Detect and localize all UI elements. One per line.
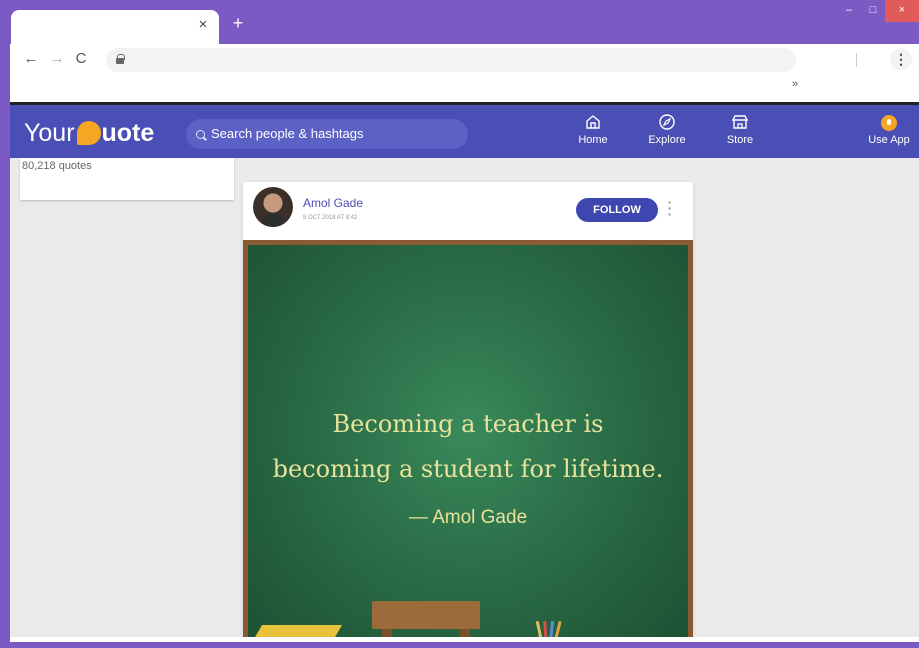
post-card: Amol Gade 8 OCT 2018 AT 8:42 FOLLOW · · · …: [243, 182, 693, 642]
yourquote-logo[interactable]: Your uote: [24, 119, 154, 147]
browser-menu-button[interactable]: ⋮: [890, 48, 912, 70]
reload-button[interactable]: C: [72, 50, 90, 68]
window-bottom-border: [0, 642, 919, 648]
chalkboard: Becoming a teacher is becoming a student…: [248, 245, 688, 642]
nav-use-app-label: Use App: [868, 134, 910, 146]
browser-titlebar: × + – □ ×: [0, 0, 919, 44]
toolbar-divider: [856, 53, 857, 67]
search-placeholder: Search people & hashtags: [211, 126, 364, 141]
minimize-button[interactable]: –: [837, 0, 861, 22]
tab-close-icon[interactable]: ×: [195, 17, 211, 33]
compass-icon: [659, 114, 675, 130]
logo-q-icon: [76, 121, 101, 145]
browser-toolbar: ← → C ⋮ »: [10, 44, 919, 102]
quote-count: 80,218 quotes: [22, 160, 92, 172]
store-icon: [731, 115, 749, 129]
logo-your-text: Your: [24, 118, 75, 147]
author-name[interactable]: Amol Gade: [303, 196, 363, 210]
post-date: 8 OCT 2018 AT 8:42: [303, 215, 358, 221]
address-bar[interactable]: [106, 48, 796, 72]
window-controls: – □ ×: [837, 0, 919, 22]
nav-store[interactable]: Store: [715, 113, 765, 153]
nav-home[interactable]: Home: [568, 113, 618, 153]
home-icon: [586, 115, 600, 129]
nav-home-label: Home: [578, 134, 608, 146]
avatar[interactable]: [253, 187, 293, 227]
maximize-button[interactable]: □: [861, 0, 885, 22]
lock-icon: [116, 54, 125, 64]
nav-store-label: Store: [726, 134, 754, 146]
page-viewport: Your uote Search people & hashtags Home …: [10, 102, 919, 642]
browser-tab[interactable]: ×: [11, 10, 219, 44]
profile-card: 80,218 quotes: [20, 158, 234, 200]
more-options-icon[interactable]: · · ·: [666, 195, 674, 221]
desk-illustration: [372, 601, 480, 629]
quote-attribution: — Amol Gade: [408, 507, 528, 528]
nav-explore[interactable]: Explore: [642, 113, 692, 153]
nav-explore-label: Explore: [648, 134, 686, 146]
back-button[interactable]: ←: [22, 50, 40, 68]
quote-line-1: Becoming a teacher is: [332, 410, 604, 438]
search-icon: [196, 129, 205, 139]
forward-button[interactable]: →: [48, 50, 66, 68]
quote-text: Becoming a teacher is becoming a student…: [248, 402, 688, 492]
search-input[interactable]: Search people & hashtags: [186, 119, 468, 149]
quote-image[interactable]: Becoming a teacher is becoming a student…: [243, 240, 693, 642]
bookmarks-overflow-button[interactable]: »: [792, 78, 798, 90]
window-close-button[interactable]: ×: [885, 0, 919, 22]
app-icon: [881, 115, 897, 131]
quote-line-2: becoming a student for lifetime.: [272, 455, 664, 483]
new-tab-button[interactable]: +: [229, 14, 247, 33]
site-header: Your uote Search people & hashtags Home …: [10, 105, 919, 158]
follow-button[interactable]: FOLLOW: [576, 198, 658, 222]
nav-use-app[interactable]: Use App: [864, 113, 914, 153]
logo-uote-text: uote: [101, 118, 155, 147]
